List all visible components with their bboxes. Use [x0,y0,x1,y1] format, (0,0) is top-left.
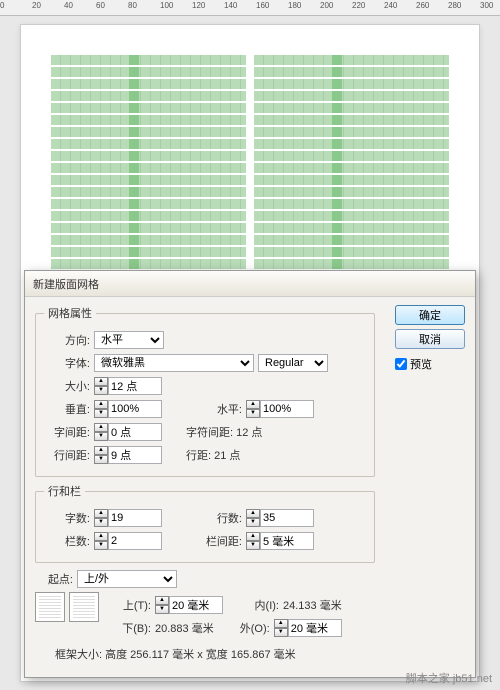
origin-proxy-icons[interactable] [35,592,99,622]
cols-spinner[interactable]: ▲▼ [94,532,162,550]
direction-select[interactable]: 水平 [94,331,164,349]
dialog-title: 新建版面网格 [25,271,475,297]
frame-size-info: 框架大小: 高度 256.117 毫米 x 宽度 165.867 毫米 [55,646,296,662]
char-gap-spinner[interactable]: ▲▼ [94,423,162,441]
ok-button[interactable]: 确定 [395,305,465,325]
horizontal-ruler: 0204060801001201401601802002202402602803… [0,0,500,16]
line-gap-spinner[interactable]: ▲▼ [94,446,162,464]
new-layout-grid-dialog: 新建版面网格 确定 取消 预览 网格属性 方向: 水平 字体: 微软雅黑 Reg… [24,270,476,678]
preview-checkbox[interactable]: 预览 [395,356,465,372]
origin-icon-left[interactable] [35,592,65,622]
horiz-spinner[interactable]: ▲▼ [246,400,314,418]
rows-cols-group: 行和栏 字数: ▲▼ 行数: ▲▼ 栏数: ▲▼ 栏间距: ▲▼ [35,483,375,563]
size-spinner[interactable]: ▲▼ [94,377,162,395]
font-weight-select[interactable]: Regular [258,354,328,372]
font-select[interactable]: 微软雅黑 [94,354,254,372]
top-spinner[interactable]: ▲▼ [155,596,223,614]
vert-spinner[interactable]: ▲▼ [94,400,162,418]
watermark: 脚本之家 jb51.net [406,670,492,686]
lines-spinner[interactable]: ▲▼ [246,509,314,527]
origin-icon-right[interactable] [69,592,99,622]
outer-spinner[interactable]: ▲▼ [274,619,342,637]
grid-attributes-group: 网格属性 方向: 水平 字体: 微软雅黑 Regular 大小: ▲▼ 垂直: … [35,305,375,477]
cancel-button[interactable]: 取消 [395,329,465,349]
chars-spinner[interactable]: ▲▼ [94,509,162,527]
gutter-spinner[interactable]: ▲▼ [246,532,314,550]
preview-check-input[interactable] [395,358,407,370]
origin-select[interactable]: 上/外 [77,570,177,588]
